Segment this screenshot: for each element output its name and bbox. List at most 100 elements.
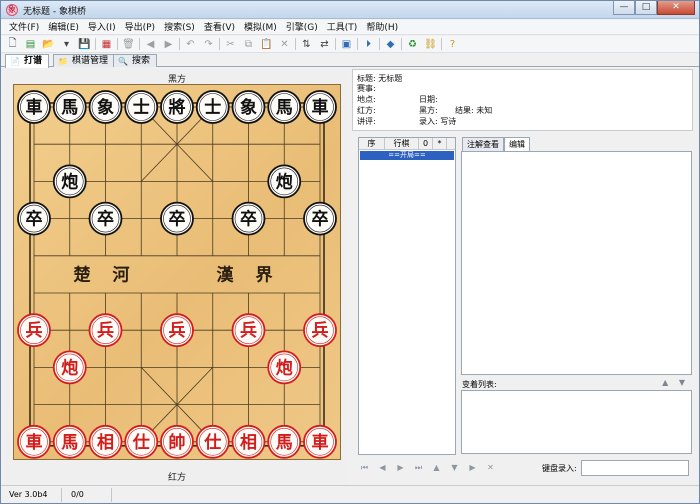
red-piece[interactable]: 相 (88, 424, 123, 459)
maximize-button[interactable]: □ (635, 1, 657, 15)
board-icon[interactable]: ▣ (339, 37, 354, 51)
black-piece[interactable]: 車 (303, 90, 337, 124)
new-icon[interactable]: 🗋 (5, 37, 20, 51)
red-piece[interactable]: 兵 (160, 313, 194, 348)
save-icon[interactable]: 💾 (77, 37, 92, 51)
col-mark[interactable]: * (433, 138, 447, 149)
minimize-button[interactable]: — (613, 1, 635, 15)
move-row-opening[interactable]: ==开局== (360, 151, 454, 160)
tag-icon[interactable]: ◆ (383, 37, 398, 51)
close-button[interactable]: ✕ (657, 1, 695, 15)
annotation-textbox[interactable] (461, 151, 692, 375)
open-icon[interactable]: 📂 (41, 37, 56, 51)
delete-move-icon[interactable]: ✕ (483, 461, 498, 475)
red-piece[interactable]: 馬 (267, 424, 302, 459)
print-icon[interactable]: ▦ (99, 37, 114, 51)
red-piece[interactable]: 仕 (195, 424, 230, 459)
black-piece[interactable]: 象 (88, 90, 123, 124)
black-piece[interactable]: 卒 (88, 201, 123, 236)
piece-label: 卒 (26, 209, 43, 230)
piece-label: 炮 (276, 357, 293, 378)
black-piece[interactable]: 將 (160, 90, 194, 124)
red-piece[interactable]: 帥 (160, 424, 194, 459)
menu-item[interactable]: 工具(T) (325, 20, 365, 34)
tab-game-manager[interactable]: 📁 棋谱管理 (53, 54, 116, 67)
variation-up-icon[interactable]: ▲ (429, 461, 444, 475)
black-piece[interactable]: 馬 (52, 90, 87, 124)
move-list[interactable]: 序 行棋 0 * ==开局== (358, 137, 456, 455)
delete-icon[interactable]: ✕ (277, 37, 292, 51)
col-move[interactable]: 行棋 (385, 138, 419, 149)
red-piece[interactable]: 車 (303, 424, 337, 459)
paste-icon[interactable]: 📋 (259, 37, 274, 51)
black-piece[interactable]: 象 (231, 90, 266, 124)
black-piece[interactable]: 士 (195, 90, 230, 124)
refresh-icon[interactable]: ♻ (405, 37, 420, 51)
template-icon[interactable]: ▤ (23, 37, 38, 51)
black-piece[interactable]: 卒 (17, 201, 51, 236)
back-icon[interactable]: ◀ (143, 37, 158, 51)
red-piece[interactable]: 兵 (17, 313, 51, 348)
red-piece[interactable]: 相 (231, 424, 266, 459)
tab-search[interactable]: 🔍 搜索 (113, 54, 158, 67)
toolbar-separator (441, 38, 442, 50)
red-piece[interactable]: 炮 (267, 350, 302, 385)
black-piece[interactable]: 炮 (267, 164, 302, 199)
variation-list-label: 变着列表: (462, 380, 497, 389)
help-icon[interactable]: ? (445, 37, 460, 51)
variation-down-icon[interactable]: ▼ (447, 461, 462, 475)
next-move-icon[interactable]: ▶ (393, 461, 408, 475)
red-piece[interactable]: 兵 (231, 313, 266, 348)
first-move-icon[interactable]: ⏮ (357, 461, 372, 475)
folder-icon: 📁 (58, 57, 68, 66)
black-piece[interactable]: 炮 (52, 164, 87, 199)
play-icon[interactable]: ⏵ (361, 37, 376, 51)
black-piece[interactable]: 卒 (303, 201, 337, 236)
forward-icon[interactable]: ▶ (161, 37, 176, 51)
menu-item[interactable]: 搜索(S) (162, 20, 202, 34)
keyboard-input[interactable] (581, 460, 689, 476)
tab-playback[interactable]: 📄 打谱 (5, 54, 50, 68)
variation-arrows[interactable]: ▲ ▼ (662, 378, 689, 387)
black-piece[interactable]: 車 (17, 90, 51, 124)
swap-icon[interactable]: ⇄ (317, 37, 332, 51)
red-piece[interactable]: 仕 (124, 424, 159, 459)
black-piece[interactable]: 士 (124, 90, 159, 124)
play-icon[interactable]: ▶ (465, 461, 480, 475)
last-move-icon[interactable]: ⏭ (411, 461, 426, 475)
trash-icon[interactable]: 🗑 (121, 37, 136, 51)
red-piece[interactable]: 炮 (52, 350, 87, 385)
connect-icon[interactable]: ⛓ (423, 37, 438, 51)
tab-edit[interactable]: 编辑 (504, 137, 530, 151)
red-piece[interactable]: 車 (17, 424, 51, 459)
chess-board[interactable]: 123456789九八七六五四三二一楚 河漢 界車馬象士將士象馬車炮炮卒卒卒卒卒… (13, 84, 341, 460)
copy-icon[interactable]: ⧉ (241, 37, 256, 51)
menu-item[interactable]: 导出(P) (123, 20, 162, 34)
menu-item[interactable]: 导入(I) (86, 20, 123, 34)
prev-move-icon[interactable]: ◀ (375, 461, 390, 475)
col-index[interactable]: 序 (359, 138, 385, 149)
col-score[interactable]: 0 (419, 138, 433, 149)
flip-vertical-icon[interactable]: ⇅ (299, 37, 314, 51)
red-piece[interactable]: 兵 (303, 313, 337, 348)
menu-item[interactable]: 查看(V) (202, 20, 242, 34)
tab-annotation-view[interactable]: 注解查看 (462, 137, 504, 151)
toolbar-separator (401, 38, 402, 50)
undo-icon[interactable]: ↶ (183, 37, 198, 51)
menu-item[interactable]: 帮助(H) (364, 20, 405, 34)
cut-icon[interactable]: ✂ (223, 37, 238, 51)
menu-item[interactable]: 模拟(M) (242, 20, 284, 34)
menu-item[interactable]: 编辑(E) (46, 20, 86, 34)
toolbar-separator (117, 38, 118, 50)
black-piece[interactable]: 卒 (160, 201, 194, 236)
redo-icon[interactable]: ↷ (201, 37, 216, 51)
menu-item[interactable]: 文件(F) (7, 20, 46, 34)
black-piece[interactable]: 卒 (231, 201, 266, 236)
variation-list[interactable] (461, 390, 692, 454)
red-piece[interactable]: 兵 (88, 313, 123, 348)
piece-label: 象 (97, 97, 114, 118)
dropdown-arrow-icon[interactable]: ▾ (59, 37, 74, 51)
red-piece[interactable]: 馬 (52, 424, 87, 459)
black-piece[interactable]: 馬 (267, 90, 302, 124)
menu-item[interactable]: 引擎(G) (284, 20, 325, 34)
